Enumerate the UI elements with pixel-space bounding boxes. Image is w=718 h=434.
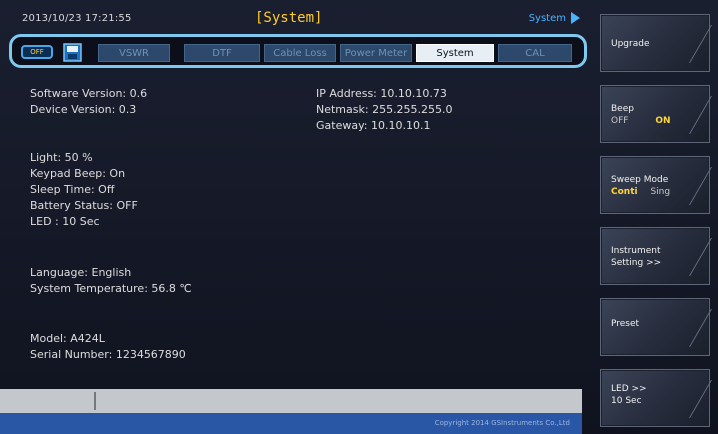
upgrade-button[interactable]: Upgrade [600, 14, 710, 72]
tab-cal[interactable]: CAL [498, 44, 572, 62]
upgrade-label: Upgrade [611, 39, 650, 49]
version-info: Software Version: 0.6 Device Version: 0.… [30, 86, 147, 118]
sweep-mode-options: Conti Sing [611, 187, 670, 197]
datetime-readout: 2013/10/23 17:21:55 [22, 13, 132, 24]
tab-label: Power Meter [344, 48, 408, 59]
bottom-bar-divider [94, 392, 96, 410]
sweep-mode-button[interactable]: Sweep Mode Conti Sing [600, 156, 710, 214]
softkey-panel: Upgrade Beep OFF ON Sweep Mode Conti Sin… [592, 0, 718, 434]
breadcrumb-label: System [528, 12, 566, 24]
device-version: Device Version: 0.3 [30, 103, 137, 116]
preset-button[interactable]: Preset [600, 298, 710, 356]
led-label: LED >> [611, 384, 647, 394]
beep-on-option: ON [655, 116, 671, 126]
network-info: IP Address: 10.10.10.73 Netmask: 255.255… [316, 86, 453, 134]
model-info: Model: A424L Serial Number: 1234567890 [30, 331, 186, 363]
language: Language: English [30, 266, 132, 279]
sweep-conti-option: Conti [611, 187, 638, 197]
instrument-setting-button[interactable]: Instrument Setting >> [600, 227, 710, 285]
sleep-time: Sleep Time: Off [30, 183, 115, 196]
breadcrumb[interactable]: System [529, 12, 580, 24]
software-version: Software Version: 0.6 [30, 87, 148, 100]
tab-vswr[interactable]: VSWR [98, 44, 170, 62]
led-setting-button[interactable]: LED >> 10 Sec [600, 369, 710, 427]
sweep-sing-option: Sing [650, 187, 671, 197]
beep-label: Beep [611, 104, 634, 114]
device-settings-info: Light: 50 % Keypad Beep: On Sleep Time: … [30, 150, 138, 230]
beep-off-option: OFF [611, 116, 629, 126]
serial-number: Serial Number: 1234567890 [30, 348, 186, 361]
keypad-beep: Keypad Beep: On [30, 167, 126, 180]
system-info: Language: English System Temperature: 56… [30, 265, 192, 297]
status-bar: 2013/10/23 17:21:55 [System] System [10, 8, 590, 30]
led-value: 10 Sec [611, 396, 642, 406]
tab-cable-loss[interactable]: Cable Loss [264, 44, 336, 62]
beep-options: OFF ON [611, 116, 671, 126]
bottom-input-bar[interactable] [0, 389, 582, 413]
save-folder-icon[interactable] [62, 41, 84, 63]
tab-dtf[interactable]: DTF [184, 44, 260, 62]
play-arrow-icon [571, 12, 580, 24]
tab-label: VSWR [118, 48, 150, 59]
mode-tab-strip: OFF VSWR DTF Cable Loss Power Meter Syst… [9, 34, 587, 68]
tab-label: CAL [525, 48, 545, 59]
beep-toggle-button[interactable]: Beep OFF ON [600, 85, 710, 143]
tab-system[interactable]: System [416, 44, 494, 62]
system-temperature: System Temperature: 56.8 ℃ [30, 282, 192, 295]
sweep-mode-label: Sweep Mode [611, 175, 669, 185]
preset-label: Preset [611, 319, 640, 329]
tab-label: Cable Loss [273, 48, 327, 59]
tab-label: System [436, 48, 474, 59]
ip-address: IP Address: 10.10.10.73 [316, 87, 447, 100]
copyright-footer: Copyright 2014 GSInstruments Co.,Ltd [0, 413, 582, 434]
battery-status: Battery Status: OFF [30, 199, 138, 212]
tab-label: DTF [212, 48, 232, 59]
light-level: Light: 50 % [30, 151, 93, 164]
tab-power-meter[interactable]: Power Meter [340, 44, 412, 62]
model: Model: A424L [30, 332, 105, 345]
instrument-setting-label: Setting >> [611, 258, 662, 268]
led-setting: LED : 10 Sec [30, 215, 100, 228]
page-title: [System] [255, 10, 323, 26]
netmask: Netmask: 255.255.255.0 [316, 103, 453, 116]
gateway: Gateway: 10.10.10.1 [316, 119, 431, 132]
usb-toggle-button[interactable]: OFF [21, 45, 53, 59]
instrument-label: Instrument [611, 246, 661, 256]
instrument-screen: 2013/10/23 17:21:55 [System] System OFF … [0, 0, 718, 434]
